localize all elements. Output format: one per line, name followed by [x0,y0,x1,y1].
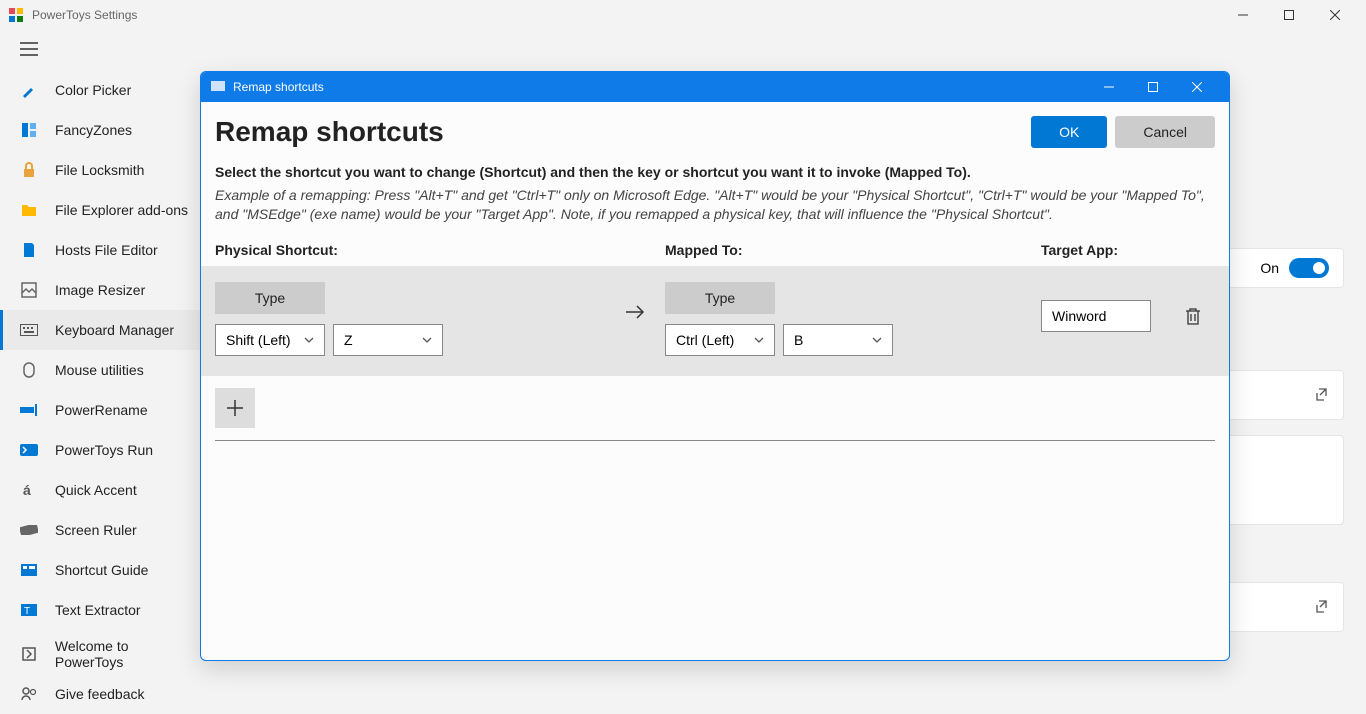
mapping-row: Type Shift (Left) Z Type [201,266,1229,376]
bg-card-2 [1224,435,1344,525]
sidebar-item-label: Shortcut Guide [55,562,148,578]
column-header-physical-shortcut: Physical Shortcut: [215,242,665,258]
sidebar-item-label: Mouse utilities [55,362,144,378]
dialog-minimize-button[interactable] [1087,72,1131,102]
sidebar-item-label: Give feedback [55,686,145,702]
sidebar-item-label: Color Picker [55,82,131,98]
dialog-title: Remap shortcuts [233,80,1087,94]
dialog-titlebar: Remap shortcuts [201,72,1229,102]
feedback-icon [19,684,39,704]
mapped-key-2-value: B [794,332,803,348]
window-titlebar: PowerToys Settings [0,0,1366,30]
fancyzones-icon [19,120,39,140]
sidebar-item-keyboard-manager[interactable]: Keyboard Manager [0,310,200,350]
remap-shortcuts-dialog: Remap shortcuts Remap shortcuts OK Cance… [200,71,1230,661]
hosts-file-icon [19,240,39,260]
image-resizer-icon [19,280,39,300]
sidebar-item-powertoys-run[interactable]: PowerToys Run [0,430,200,470]
chevron-down-icon [422,335,432,345]
sidebar-item-shortcut-guide[interactable]: Shortcut Guide [0,550,200,590]
hamburger-menu-button[interactable] [18,38,40,60]
mapped-key-1-select[interactable]: Ctrl (Left) [665,324,775,356]
svg-text:T: T [24,606,30,616]
column-header-mapped-to: Mapped To: [665,242,1041,258]
physical-key-2-value: Z [344,332,353,348]
target-app-input[interactable] [1041,300,1151,332]
folder-icon [19,200,39,220]
physical-key-1-value: Shift (Left) [226,332,291,348]
sidebar-item-color-picker[interactable]: Color Picker [0,70,200,110]
arrow-right-icon [605,282,665,342]
sidebar: Color Picker FancyZones File Locksmith F… [0,70,200,714]
enable-toggle[interactable] [1289,258,1329,278]
sidebar-item-give-feedback[interactable]: Give feedback [0,674,200,714]
physical-shortcut-type-button[interactable]: Type [215,282,325,314]
rename-icon [19,400,39,420]
sidebar-item-label: Hosts File Editor [55,242,158,258]
mapped-to-type-button[interactable]: Type [665,282,775,314]
bg-card-1[interactable] [1224,370,1344,420]
column-header-target-app: Target App: [1041,242,1215,258]
sidebar-item-welcome[interactable]: Welcome to PowerToys [0,634,200,674]
minimize-button[interactable] [1220,0,1266,30]
toggle-label: On [1260,260,1279,276]
chevron-down-icon [872,335,882,345]
sidebar-item-fancyzones[interactable]: FancyZones [0,110,200,150]
sidebar-item-label: Screen Ruler [55,522,137,538]
cancel-button[interactable]: Cancel [1115,116,1215,148]
dialog-heading: Remap shortcuts [215,116,1023,148]
lock-icon [19,160,39,180]
mapped-key-2-select[interactable]: B [783,324,893,356]
sidebar-item-label: PowerRename [55,402,148,418]
window-title: PowerToys Settings [32,8,1220,22]
sidebar-item-hosts-file-editor[interactable]: Hosts File Editor [0,230,200,270]
welcome-icon [19,644,39,664]
sidebar-item-label: File Explorer add-ons [55,202,188,218]
sidebar-item-label: Keyboard Manager [55,322,174,338]
dialog-description: Select the shortcut you want to change (… [201,164,1229,180]
physical-key-1-select[interactable]: Shift (Left) [215,324,325,356]
sidebar-item-quick-accent[interactable]: á Quick Accent [0,470,200,510]
mouse-icon [19,360,39,380]
sidebar-item-label: Quick Accent [55,482,137,498]
chevron-down-icon [754,335,764,345]
sidebar-item-label: File Locksmith [55,162,144,178]
ruler-icon [19,520,39,540]
maximize-button[interactable] [1266,0,1312,30]
add-mapping-button[interactable] [215,388,255,428]
sidebar-item-file-explorer-addons[interactable]: File Explorer add-ons [0,190,200,230]
sidebar-item-file-locksmith[interactable]: File Locksmith [0,150,200,190]
sidebar-item-text-extractor[interactable]: T Text Extractor [0,590,200,630]
plus-icon [226,399,244,417]
sidebar-item-label: FancyZones [55,122,132,138]
svg-text:á: á [23,482,31,498]
sidebar-item-label: Text Extractor [55,602,141,618]
sidebar-item-label: Image Resizer [55,282,145,298]
dialog-example-text: Example of a remapping: Press "Alt+T" an… [201,186,1229,224]
divider [215,440,1215,441]
dialog-title-icon [211,80,225,94]
keyboard-icon [19,320,39,340]
chevron-down-icon [304,335,314,345]
run-icon [19,440,39,460]
sidebar-item-powerrename[interactable]: PowerRename [0,390,200,430]
sidebar-item-label: PowerToys Run [55,442,153,458]
bg-card-3[interactable] [1224,582,1344,632]
text-extractor-icon: T [19,600,39,620]
sidebar-item-label: Welcome to PowerToys [55,638,200,670]
close-button[interactable] [1312,0,1358,30]
dialog-maximize-button[interactable] [1131,72,1175,102]
physical-key-2-select[interactable]: Z [333,324,443,356]
sidebar-item-screen-ruler[interactable]: Screen Ruler [0,510,200,550]
delete-mapping-button[interactable] [1181,304,1205,328]
ok-button[interactable]: OK [1031,116,1107,148]
color-picker-icon [19,80,39,100]
dialog-close-button[interactable] [1175,72,1219,102]
shortcut-guide-icon [19,560,39,580]
sidebar-item-image-resizer[interactable]: Image Resizer [0,270,200,310]
sidebar-item-mouse-utilities[interactable]: Mouse utilities [0,350,200,390]
app-icon [8,7,24,23]
mapped-key-1-value: Ctrl (Left) [676,332,734,348]
accent-icon: á [19,480,39,500]
